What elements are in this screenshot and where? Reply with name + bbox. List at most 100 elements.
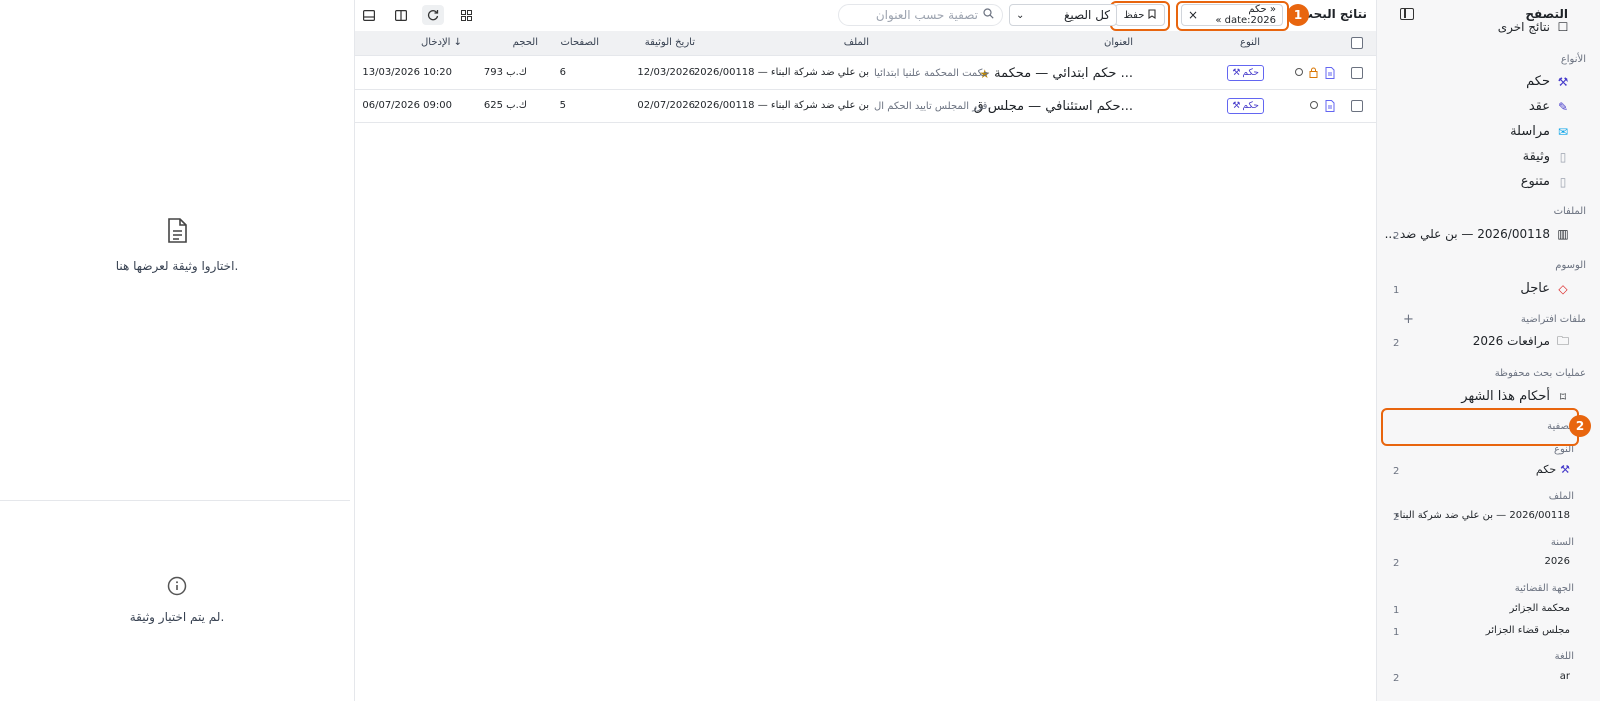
document-icon: ☐ (1557, 22, 1569, 34)
sidebar-item-type-judgment[interactable]: ⚒ حكم (1526, 74, 1570, 89)
folder-search-icon: 🗀 (1556, 334, 1569, 348)
type-tag-label: حكم (1242, 68, 1259, 78)
highlight-box-2 (1381, 408, 1579, 446)
refresh-button[interactable] (422, 5, 444, 25)
facet-count: 2 (1393, 673, 1400, 684)
sidebar-item-label: متنوع (1520, 174, 1550, 189)
row-size: 625 ك.ب (483, 100, 527, 111)
facet-year-item[interactable]: 2026 (1545, 556, 1570, 567)
row-doc-date: 02/07/2026 (637, 100, 695, 111)
facet-lang-header: اللغة (1554, 651, 1574, 662)
row-snippet: حكمت المحكمة علنيا ابتدائيا... (874, 68, 989, 79)
type-tag-label: حكم (1242, 101, 1259, 111)
facet-type-item[interactable]: ⚒ حكم (1536, 463, 1570, 476)
sidebar-item-file[interactable]: ▥ 2026/00118 — بن علي ضد ... (1385, 227, 1570, 241)
row-title[interactable]: حكم استئنافي — مجلس ق... (974, 99, 1133, 114)
sidebar-item-saved[interactable]: ⌑ أحكام هذا الشهر (1461, 389, 1570, 404)
sidebar-item-label: حكم (1526, 74, 1550, 89)
saved-header: عمليات بحث محفوظة (1494, 368, 1586, 379)
highlight-box-1 (1176, 1, 1289, 31)
col-size[interactable]: الحجم (513, 37, 538, 48)
row-entry: 06/07/2026 09:00 (362, 100, 452, 111)
results-toolbar: نتائج البحث « حكم date:2026 » × 1 حفظ كل… (355, 0, 1377, 31)
preview-pane: اختاروا وثيقة لعرضها هنا. لم يتم اختيار … (0, 0, 354, 701)
ocr-status-icon (1308, 100, 1319, 113)
chevron-down-icon: ⌄ (1016, 9, 1025, 21)
table-row[interactable]: ⚒ حكم ★ حكم ابتدائي — محكمة ... حكمت المح… (355, 57, 1377, 90)
highlight-box-save (1110, 1, 1170, 31)
col-file[interactable]: الملف (844, 37, 869, 48)
grid-view-button[interactable] (455, 5, 477, 25)
row-entry: 13/03/2026 10:20 (362, 67, 452, 78)
sidebar-item-tag-urgent[interactable]: ◇ عاجل (1520, 281, 1570, 296)
document-icon (0, 218, 354, 249)
sidebar-item-type-contract[interactable]: ✎ عقد (1529, 99, 1570, 114)
results-main: نتائج البحث « حكم date:2026 » × 1 حفظ كل… (354, 0, 1377, 701)
row-doc-date: 12/03/2026 (637, 67, 695, 78)
facet-count: 1 (1393, 627, 1400, 638)
sidebar-item-label: 2026/00118 — بن علي ضد ... (1384, 227, 1550, 241)
sidebar-item-type-misc[interactable]: ▯ متنوع (1521, 174, 1570, 189)
row-file[interactable]: 2026/00118 — بن علي ضد شركة البناء (694, 67, 869, 78)
row-title-text: حكم ابتدائي — محكمة ... (994, 66, 1133, 81)
sidebar-item-virtual[interactable]: 🗀 مرافعات 2026 (1473, 334, 1570, 348)
facet-count: 2 (1393, 558, 1400, 569)
facet-lang-item[interactable]: ar (1560, 671, 1570, 682)
mail-icon: ✉ (1557, 124, 1569, 139)
col-pages[interactable]: الصفحات (561, 37, 599, 48)
bottom-pane-button[interactable] (358, 5, 380, 25)
title-filter-input[interactable]: تصفية حسب العنوان (838, 4, 1003, 26)
gavel-icon: ⚒ (1557, 74, 1569, 89)
sidebar-item-label: نتائج أخرى (1497, 22, 1550, 34)
facet-file-header: الملف (1548, 491, 1574, 502)
gavel-icon: ⚒ (1232, 101, 1241, 111)
sidebar-item-type-document[interactable]: ▯ وثيقة (1523, 149, 1570, 164)
tag-count: 1 (1393, 285, 1400, 296)
page-title: نتائج البحث (1300, 7, 1367, 21)
sidebar-item-other[interactable]: ☐ نتائج أخرى (1498, 22, 1570, 34)
table-row[interactable]: ⚒ حكم حكم استئنافي — مجلس ق... قرر المجلس… (355, 90, 1377, 123)
facet-court-item[interactable]: محكمة الجزائر (1509, 603, 1570, 614)
row-title[interactable]: ★ حكم ابتدائي — محكمة ... (979, 66, 1133, 81)
file-count: 2 (1393, 231, 1400, 242)
format-select-value: كل الصيغ (1063, 8, 1110, 22)
row-snippet: قرر المجلس تأييد الحكم ال... (874, 101, 989, 112)
format-select[interactable]: كل الصيغ ⌄ (1009, 4, 1117, 26)
columns-icon (395, 9, 407, 21)
virtual-header: ملفات افتراضية (1520, 314, 1586, 325)
divider (0, 500, 350, 501)
sidebar-item-label: مرافعات 2026 (1472, 334, 1550, 348)
annotation-badge-1: 1 (1287, 4, 1309, 26)
types-header: الأنواع (1560, 54, 1586, 65)
sidebar-toggle-icon[interactable] (1400, 8, 1414, 20)
browse-sidebar: التصفح ☐ نتائج أخرى الأنواع ⚒ حكم ✎ عقد ✉ مر… (1376, 0, 1600, 701)
virtual-count: 2 (1393, 338, 1400, 349)
col-title[interactable]: العنوان (1104, 37, 1133, 48)
col-doc-date[interactable]: تاريخ الوثيقة (645, 37, 695, 48)
sidebar-item-label: عاجل (1520, 281, 1550, 296)
col-entry[interactable]: الإدخال ↓ (421, 37, 462, 48)
facet-year-header: السنة (1550, 537, 1574, 548)
facet-file-item[interactable]: 2026/00118 — بن علي ضد شركة البناء (1395, 510, 1570, 521)
add-virtual-icon[interactable]: + (1403, 312, 1414, 327)
select-all-checkbox[interactable] (1351, 37, 1363, 49)
type-tag: ⚒ حكم (1227, 98, 1264, 114)
grid-icon (460, 9, 472, 21)
sidebar-item-label: مراسلة (1510, 124, 1550, 139)
case-file-icon: ▥ (1557, 227, 1569, 241)
row-file[interactable]: 2026/00118 — بن علي ضد شركة البناء (694, 100, 869, 111)
sidebar-item-label: عقد (1528, 99, 1550, 114)
row-checkbox[interactable] (1351, 67, 1363, 79)
lock-icon (1308, 67, 1319, 80)
facet-count: 1 (1393, 605, 1400, 616)
split-pane-button[interactable] (390, 5, 412, 25)
ocr-status-icon (1293, 67, 1304, 80)
col-type[interactable]: النوع (1240, 37, 1260, 48)
contract-icon: ✎ (1557, 99, 1569, 114)
sidebar-item-type-mail[interactable]: ✉ مراسلة (1510, 124, 1570, 139)
facet-court-item[interactable]: مجلس قضاء الجزائر (1486, 625, 1570, 636)
refresh-icon (427, 10, 439, 21)
row-checkbox[interactable] (1351, 100, 1363, 112)
facet-count: 2 (1393, 466, 1400, 477)
preview-select-message: اختاروا وثيقة لعرضها هنا. (115, 259, 239, 273)
